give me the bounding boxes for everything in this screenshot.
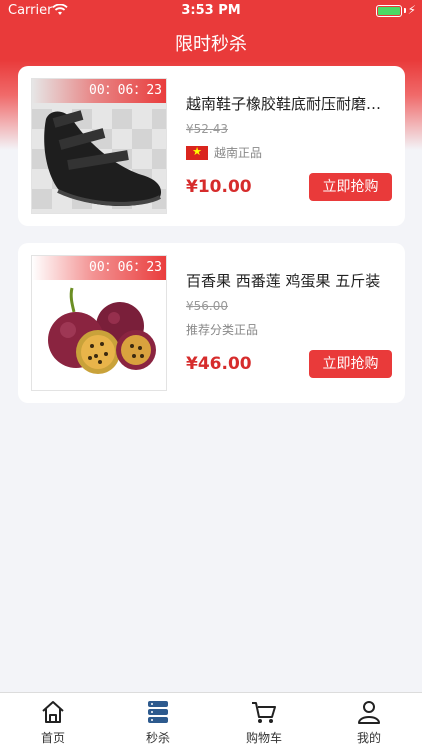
product-card[interactable]: 00：06：23 百香果 西番莲 鸡蛋果 五斤装 ¥56.00 推荐分类正品 ¥… xyxy=(18,243,405,403)
tab-home[interactable]: 首页 xyxy=(0,693,106,750)
origin-label: 越南正品 xyxy=(214,146,263,160)
charging-icon: ⚡ xyxy=(407,3,416,17)
tab-bar: 首页 秒杀 购物车 我的 xyxy=(0,692,422,750)
original-price: ¥56.00 xyxy=(186,299,228,313)
product-title[interactable]: 越南鞋子橡胶鞋底耐压耐磨凉鞋 xyxy=(186,93,392,114)
product-card[interactable]: 00：06：23 越南鞋子橡胶鞋底耐压耐磨凉鞋 ¥52.43 ★ 越南正品 ¥1… xyxy=(18,66,405,226)
home-icon xyxy=(42,701,64,723)
product-title[interactable]: 百香果 西番莲 鸡蛋果 五斤装 xyxy=(186,270,392,291)
flash-sale-icon xyxy=(148,701,168,723)
vietnam-flag-icon: ★ xyxy=(186,145,208,160)
product-image[interactable]: 00：06：23 xyxy=(31,78,167,214)
battery-icon xyxy=(376,5,402,17)
countdown-timer: 00：06：23 xyxy=(32,256,166,280)
user-icon xyxy=(358,701,380,724)
battery-cap xyxy=(404,8,406,13)
tab-profile-label: 我的 xyxy=(356,731,381,745)
status-time: 3:53 PM xyxy=(181,3,241,18)
tab-flash-sale[interactable]: 秒杀 xyxy=(105,693,211,750)
status-bar: Carrier 3:53 PM ⚡ xyxy=(0,0,422,22)
origin-label: 推荐分类正品 xyxy=(186,323,259,337)
tab-cart[interactable]: 购物车 xyxy=(211,693,317,750)
tab-profile[interactable]: 我的 xyxy=(316,693,422,750)
tab-home-label: 首页 xyxy=(40,731,65,745)
sale-price: ¥46.00 xyxy=(186,354,252,374)
cart-icon xyxy=(252,702,276,723)
product-image[interactable]: 00：06：23 xyxy=(31,255,167,391)
origin-info: ★ 越南正品 xyxy=(186,144,262,161)
origin-info: 推荐分类正品 xyxy=(186,321,258,338)
sale-price: ¥10.00 xyxy=(186,177,252,197)
original-price: ¥52.43 xyxy=(186,122,228,136)
buy-now-button[interactable]: 立即抢购 xyxy=(309,173,392,201)
tab-flash-sale-label: 秒杀 xyxy=(145,731,170,745)
countdown-timer: 00：06：23 xyxy=(32,79,166,103)
buy-now-button[interactable]: 立即抢购 xyxy=(309,350,392,378)
page-title: 限时秒杀 xyxy=(175,34,247,55)
tab-cart-label: 购物车 xyxy=(245,731,282,745)
